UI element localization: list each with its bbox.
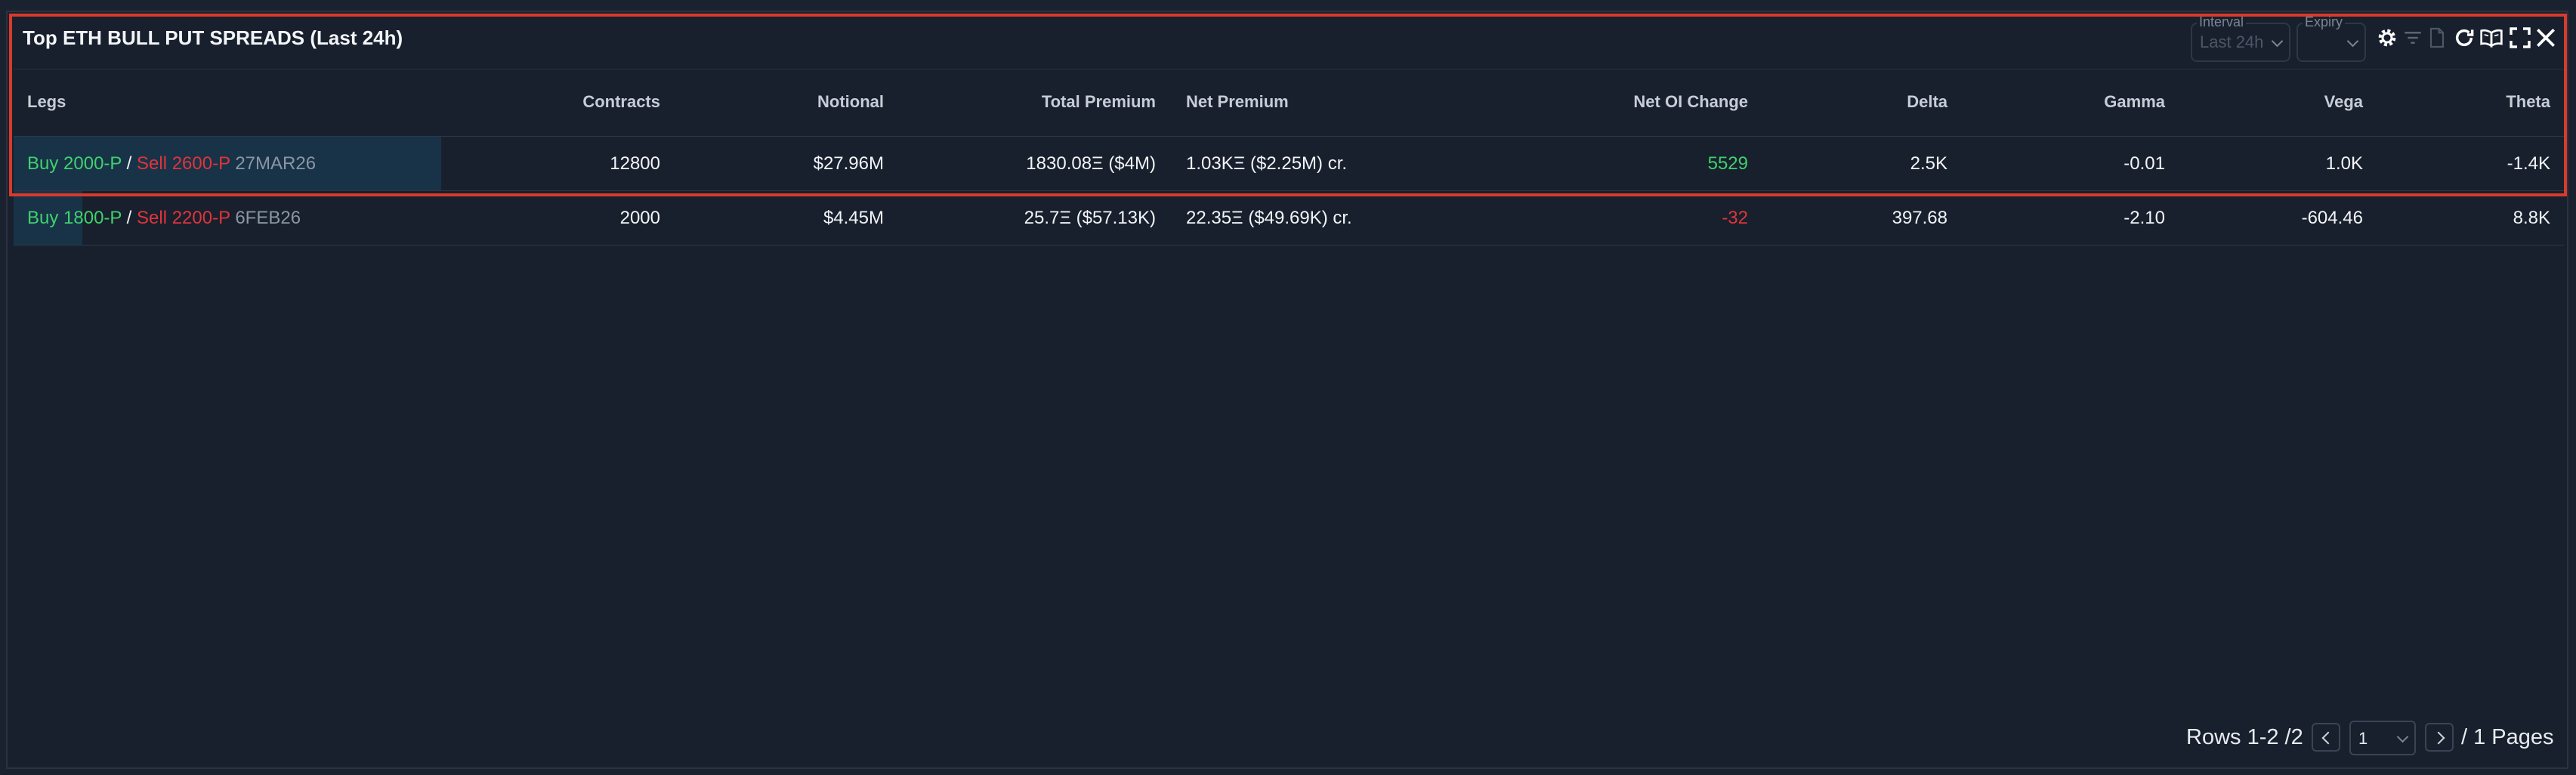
header-notional[interactable]: Notional (817, 92, 884, 112)
book-icon[interactable] (2479, 26, 2503, 50)
expiry-label: 27MAR26 (235, 153, 317, 174)
expiry-label: Expiry (2303, 14, 2346, 30)
document-icon[interactable] (2425, 26, 2449, 50)
net-oi-change-cell: -32 (1722, 208, 1748, 228)
refresh-icon[interactable] (2452, 26, 2476, 50)
total-premium-cell: 1830.08Ξ ($4M) (1026, 153, 1156, 174)
vega-cell: -604.46 (2301, 208, 2363, 228)
interval-value: Last 24h (2200, 32, 2264, 51)
header-contracts[interactable]: Contracts (582, 92, 660, 112)
rows-summary: Rows 1-2 /2 (2186, 725, 2303, 749)
panel-title: Top ETH BULL PUT SPREADS (Last 24h) (23, 26, 403, 49)
next-page-button[interactable] (2425, 723, 2454, 752)
chevron-down-icon (2271, 35, 2284, 48)
prev-page-button[interactable] (2312, 723, 2340, 752)
leg-separator: / (126, 153, 132, 174)
vega-cell: 1.0K (2325, 153, 2363, 174)
header-net-premium[interactable]: Net Premium (1186, 92, 1289, 112)
table-row[interactable]: Buy 2000-P / Sell 2600-P 27MAR26 12800 $… (14, 137, 2564, 191)
sell-leg: Sell 2600-P (137, 153, 230, 174)
delta-cell: 2.5K (1910, 153, 1947, 174)
leg-separator: / (126, 208, 132, 228)
header-net-oi-change[interactable]: Net OI Change (1633, 92, 1748, 112)
pagination: Rows 1-2 /2 1 / 1 Pages (2186, 721, 2558, 755)
chevron-down-icon (2346, 35, 2359, 48)
header-theta[interactable]: Theta (2506, 92, 2550, 112)
sell-leg: Sell 2200-P (137, 208, 230, 228)
theta-cell: -1.4K (2507, 153, 2550, 174)
fullscreen-icon[interactable] (2508, 26, 2532, 50)
table-row[interactable]: Buy 1800-P / Sell 2200-P 6FEB26 2000 $4.… (14, 191, 2564, 245)
chevron-down-icon (2396, 730, 2409, 743)
expiry-select[interactable]: Expiry (2296, 14, 2366, 62)
net-oi-change-cell: 5529 (1707, 153, 1748, 174)
page-select-value: 1 (2358, 729, 2368, 748)
pages-summary: / 1 Pages (2461, 725, 2554, 749)
expiry-label: 6FEB26 (235, 208, 301, 228)
gear-icon[interactable] (2375, 26, 2399, 50)
theta-cell: 8.8K (2513, 208, 2550, 228)
total-premium-cell: 25.7Ξ ($57.13K) (1024, 208, 1156, 228)
contracts-cell: 12800 (610, 153, 660, 174)
filter-icon[interactable] (2401, 26, 2425, 50)
notional-cell: $4.45M (823, 208, 884, 228)
net-premium-cell: 1.03KΞ ($2.25M) cr. (1186, 153, 1348, 174)
legs-cell: Buy 2000-P / Sell 2600-P 27MAR26 (27, 153, 316, 174)
table-header: Legs Contracts Notional Total Premium Ne… (14, 69, 2564, 137)
close-icon[interactable] (2534, 26, 2558, 50)
gamma-cell: -2.10 (2124, 208, 2165, 228)
interval-select[interactable]: Interval Last 24h (2191, 14, 2290, 62)
legs-cell: Buy 1800-P / Sell 2200-P 6FEB26 (27, 208, 301, 229)
header-gamma[interactable]: Gamma (2104, 92, 2165, 112)
page-select[interactable]: 1 (2349, 721, 2416, 755)
gamma-cell: -0.01 (2124, 153, 2165, 174)
buy-leg: Buy 1800-P (27, 208, 122, 228)
header-vega[interactable]: Vega (2324, 92, 2363, 112)
net-premium-cell: 22.35Ξ ($49.69K) cr. (1186, 208, 1352, 228)
header-delta[interactable]: Delta (1907, 92, 1947, 112)
notional-cell: $27.96M (813, 153, 884, 174)
interval-label: Interval (2197, 14, 2247, 30)
chevron-right-icon (2432, 731, 2445, 745)
contracts-cell: 2000 (619, 208, 660, 228)
buy-leg: Buy 2000-P (27, 153, 122, 174)
header-total-premium[interactable]: Total Premium (1042, 92, 1156, 112)
delta-cell: 397.68 (1892, 208, 1947, 228)
header-legs[interactable]: Legs (27, 92, 66, 112)
chevron-left-icon (2321, 731, 2335, 745)
